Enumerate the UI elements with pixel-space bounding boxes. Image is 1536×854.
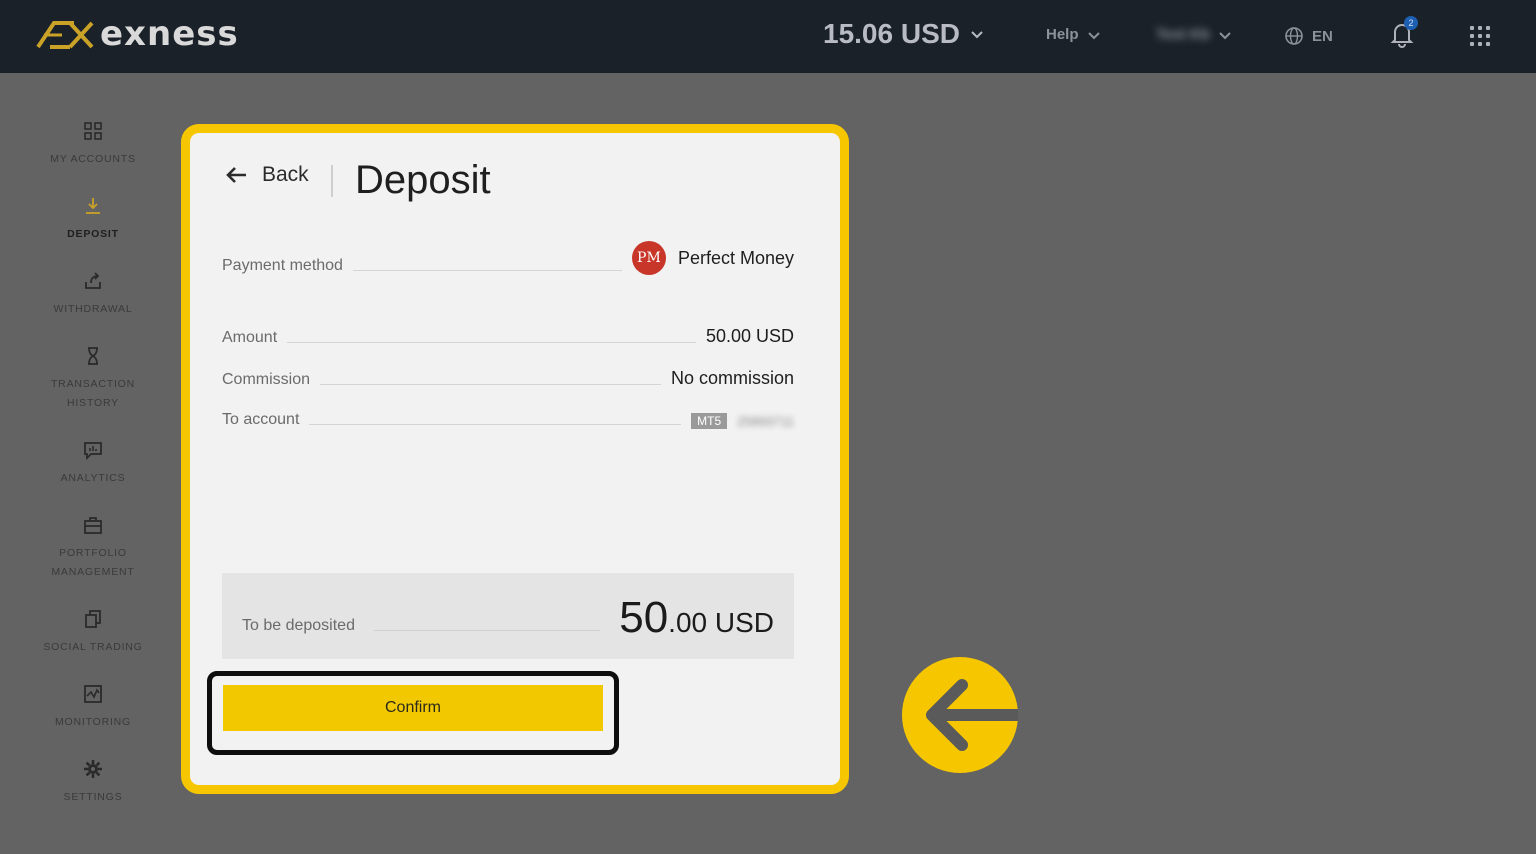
sidebar-item-withdrawal[interactable]: WITHDRAWAL bbox=[0, 270, 186, 319]
help-label: Help bbox=[1046, 26, 1079, 43]
apps-grid-icon[interactable] bbox=[1470, 26, 1490, 46]
sidebar-item-label: ANALYTICS bbox=[60, 472, 126, 484]
sidebar-item-monitoring[interactable]: MONITORING bbox=[0, 683, 186, 732]
payment-method-value: Perfect Money bbox=[677, 247, 794, 268]
arrow-left-icon bbox=[226, 167, 246, 183]
arrow-left-pointer-icon bbox=[902, 657, 1018, 773]
to-be-deposited-box: To be deposited 50 .00 USD bbox=[222, 573, 794, 659]
payment-method-row: Payment method PM Perfect Money bbox=[222, 241, 794, 275]
payment-method-label: Payment method bbox=[222, 257, 343, 274]
to-be-deposited-label: To be deposited bbox=[242, 617, 355, 634]
sidebar: MY ACCOUNTS DEPOSIT WITHDRAWAL TRANSACTI… bbox=[0, 73, 186, 854]
commission-row: Commission No commission bbox=[222, 368, 794, 389]
upload-icon bbox=[85, 272, 101, 289]
user-dropdown[interactable]: Test Kb bbox=[1156, 26, 1232, 43]
confirm-button[interactable]: Confirm bbox=[223, 685, 603, 731]
back-label: Back bbox=[262, 163, 309, 186]
chat-chart-icon bbox=[84, 442, 102, 461]
sidebar-item-portfolio-management[interactable]: PORTFOLIO MANAGEMENT bbox=[0, 514, 186, 582]
balance-dropdown[interactable]: 15.06 USD bbox=[823, 18, 984, 50]
sidebar-item-settings[interactable]: SETTINGS bbox=[0, 758, 186, 807]
sidebar-item-label: SOCIAL TRADING bbox=[43, 641, 143, 653]
globe-icon bbox=[1285, 27, 1303, 45]
deposit-amount-whole: 50 bbox=[619, 593, 669, 642]
sidebar-item-label: WITHDRAWAL bbox=[53, 303, 133, 315]
to-account-label: To account bbox=[222, 411, 300, 428]
sidebar-item-label: MONITORING bbox=[54, 716, 132, 728]
help-dropdown[interactable]: Help bbox=[1046, 26, 1101, 43]
sidebar-item-label: SETTINGS bbox=[63, 791, 123, 803]
language-label: EN bbox=[1312, 27, 1333, 45]
amount-value: 50.00 USD bbox=[705, 326, 794, 346]
language-selector[interactable]: EN bbox=[1284, 26, 1333, 46]
logo-text: exness bbox=[100, 14, 239, 54]
dotted-leader bbox=[287, 342, 696, 343]
confirm-highlight-frame: Confirm bbox=[207, 671, 619, 755]
sidebar-item-label: MY ACCOUNTS bbox=[50, 153, 136, 165]
chevron-down-icon bbox=[1087, 31, 1100, 39]
page-title: Deposit bbox=[355, 158, 491, 202]
dotted-leader bbox=[309, 424, 682, 425]
notifications-button[interactable]: 2 bbox=[1390, 16, 1418, 50]
chevron-down-icon bbox=[971, 31, 983, 39]
download-icon bbox=[86, 198, 100, 214]
monitor-chart-icon bbox=[84, 685, 102, 703]
sidebar-item-deposit[interactable]: DEPOSIT bbox=[0, 195, 186, 244]
commission-label: Commission bbox=[222, 371, 311, 388]
sidebar-item-label: TRANSACTION HISTORY bbox=[50, 378, 136, 409]
deposit-amount-fraction: .00 USD bbox=[668, 607, 774, 638]
sidebar-item-social-trading[interactable]: SOCIAL TRADING bbox=[0, 608, 186, 657]
perfect-money-logo: PM bbox=[631, 241, 666, 275]
account-number: 25893711 bbox=[737, 414, 794, 429]
user-name: Test Kb bbox=[1156, 26, 1210, 43]
gear-icon bbox=[84, 760, 102, 778]
notification-badge: 2 bbox=[1404, 16, 1418, 30]
dotted-leader bbox=[352, 270, 622, 271]
account-type-badge: MT5 bbox=[691, 413, 728, 429]
payment-method: PM Perfect Money bbox=[631, 241, 794, 275]
dotted-leader bbox=[320, 384, 661, 385]
amount-label: Amount bbox=[222, 329, 278, 346]
back-button[interactable]: Back bbox=[224, 163, 309, 187]
balance-value: 15.06 USD bbox=[823, 18, 960, 49]
chevron-down-icon bbox=[1219, 31, 1231, 39]
exness-logo[interactable]: exness bbox=[34, 14, 239, 54]
exness-logo-icon bbox=[36, 21, 94, 49]
deposit-card: Back Deposit Payment method PM Perfect M… bbox=[181, 124, 849, 794]
header-divider bbox=[331, 165, 333, 197]
copy-icon bbox=[85, 610, 101, 628]
dotted-leader bbox=[374, 630, 600, 631]
sidebar-item-my-accounts[interactable]: MY ACCOUNTS bbox=[0, 120, 186, 169]
amount-row: Amount 50.00 USD bbox=[222, 326, 794, 347]
briefcase-icon bbox=[84, 517, 102, 534]
sidebar-item-transaction-history[interactable]: TRANSACTION HISTORY bbox=[0, 345, 186, 413]
grid-icon bbox=[84, 122, 102, 140]
to-account-row: To account MT5 25893711 bbox=[222, 411, 794, 429]
sidebar-item-analytics[interactable]: ANALYTICS bbox=[0, 439, 186, 488]
to-be-deposited-amount: 50 .00 USD bbox=[619, 593, 774, 643]
sidebar-item-label: DEPOSIT bbox=[67, 228, 119, 240]
top-bar: exness 15.06 USD Help Test Kb EN 2 bbox=[0, 0, 1536, 73]
commission-value: No commission bbox=[670, 368, 794, 388]
hourglass-icon bbox=[88, 347, 98, 365]
sidebar-item-label: PORTFOLIO MANAGEMENT bbox=[51, 547, 135, 578]
